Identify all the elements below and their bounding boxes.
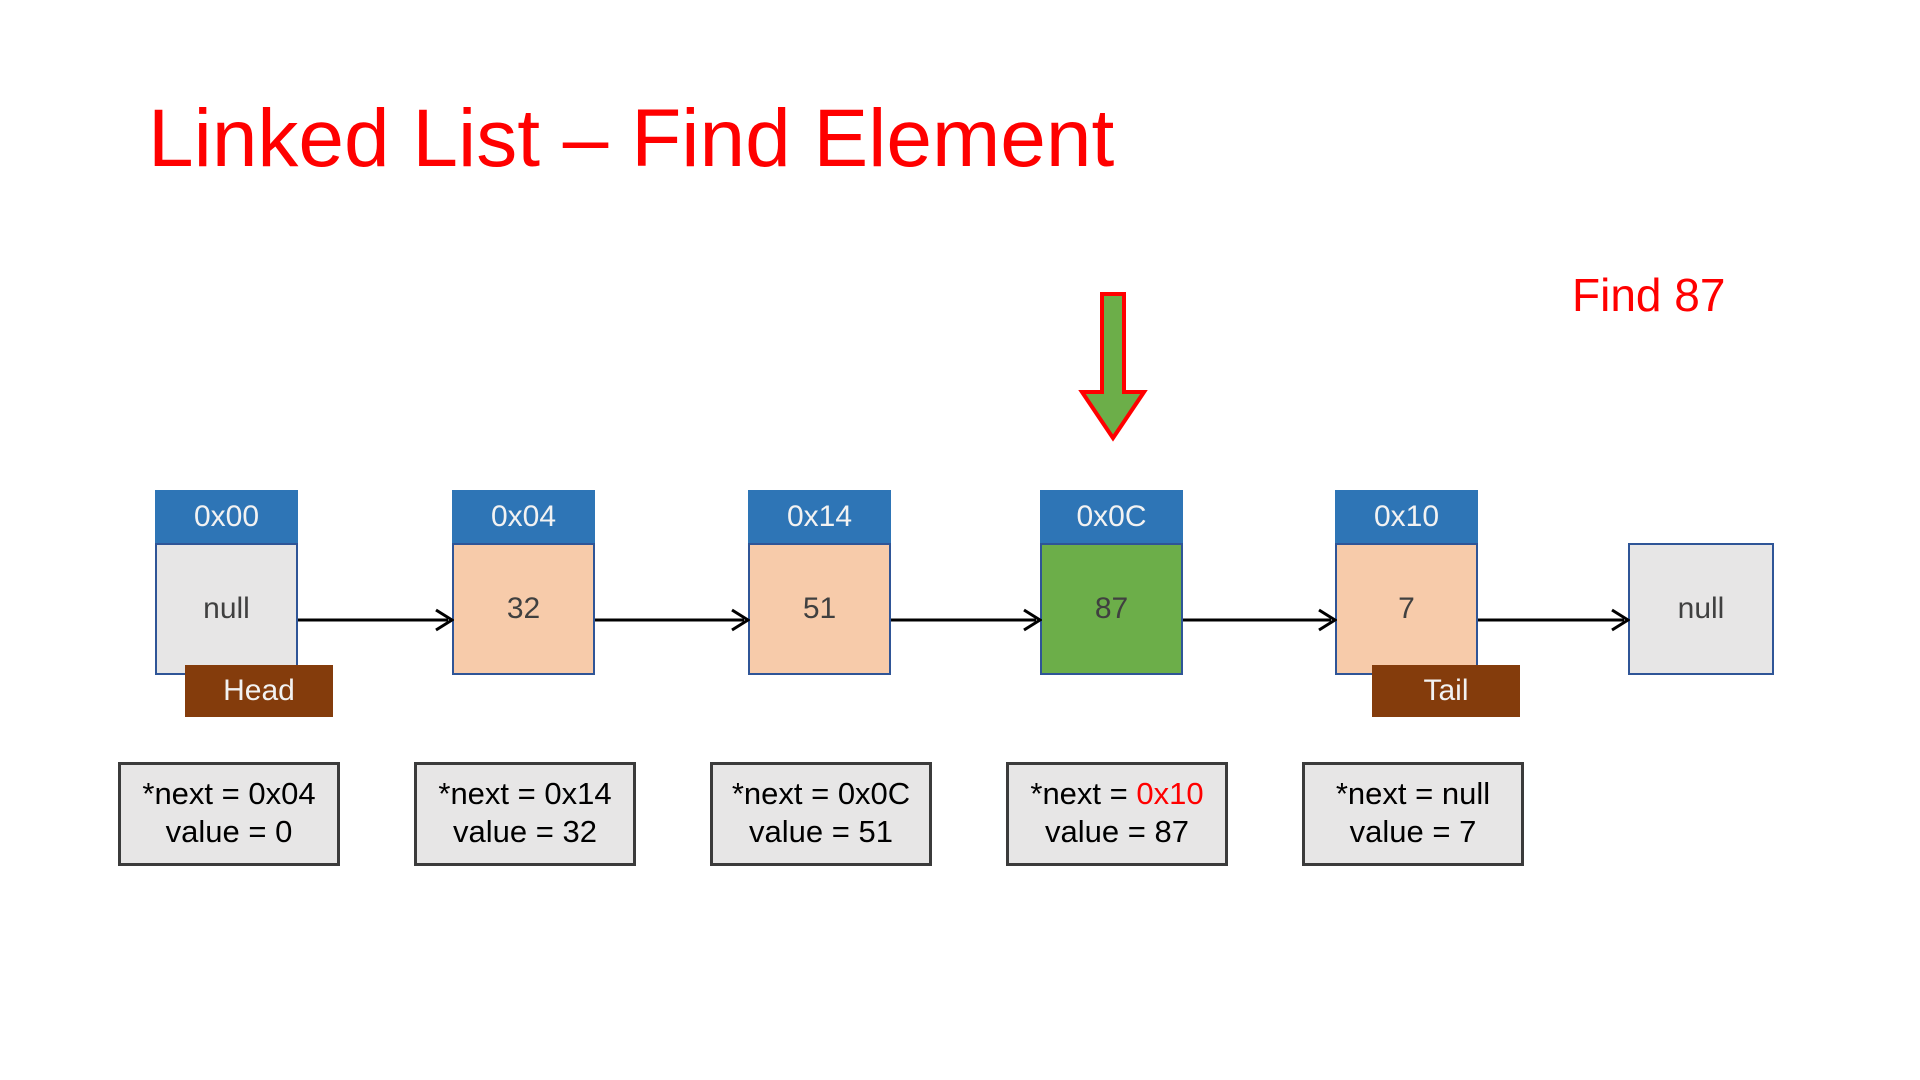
annotation-next-label: *next = [1030, 776, 1137, 811]
annotation-value-line: value = 0 [165, 813, 293, 849]
page-title: Linked List – Find Element [148, 93, 1115, 184]
node-annotation-0: *next = 0x04 value = 0 [118, 762, 340, 866]
annotation-value-line: value = 7 [1349, 813, 1477, 849]
connector-arrow-4 [1478, 608, 1631, 632]
annotation-next-value: 0x14 [544, 776, 612, 811]
list-node-4[interactable]: 0x10 7 [1335, 490, 1478, 675]
head-tag: Head [185, 665, 333, 717]
node-value: 51 [748, 543, 891, 675]
annotation-next-value: 0x0C [837, 776, 911, 811]
node-value: 87 [1040, 543, 1183, 675]
node-value: 7 [1335, 543, 1478, 675]
connector-arrow-2 [891, 608, 1043, 632]
annotation-next-line: *next = 0x0C [727, 775, 915, 813]
annotation-next-label: *next = [1335, 776, 1442, 811]
node-annotation-2: *next = 0x0C value = 51 [710, 762, 932, 866]
connector-arrow-1 [595, 608, 751, 632]
node-annotation-3: *next = 0x10 value = 87 [1006, 762, 1228, 866]
annotation-next-line: *next = 0x10 [1023, 775, 1211, 813]
node-value: 32 [452, 543, 595, 675]
node-address: 0x00 [155, 490, 298, 543]
annotation-next-label: *next = [731, 776, 838, 811]
annotation-value-line: value = 51 [749, 813, 893, 849]
list-node-0[interactable]: 0x00 null [155, 490, 298, 675]
list-node-3-highlighted[interactable]: 0x0C 87 [1040, 490, 1183, 675]
find-caption: Find 87 [1572, 269, 1726, 321]
annotation-value-line: value = 87 [1045, 813, 1189, 849]
connector-arrow-0 [298, 608, 455, 632]
node-address: 0x0C [1040, 490, 1183, 543]
annotation-next-value: 0x04 [248, 776, 316, 811]
down-arrow-icon [1078, 292, 1148, 442]
annotation-next-value-highlighted: 0x10 [1136, 776, 1204, 811]
annotation-next-label: *next = [438, 776, 545, 811]
annotation-next-line: *next = 0x14 [431, 775, 619, 813]
list-node-1[interactable]: 0x04 32 [452, 490, 595, 675]
tail-tag: Tail [1372, 665, 1520, 717]
annotation-next-label: *next = [142, 776, 249, 811]
node-address: 0x10 [1335, 490, 1478, 543]
node-value: null [155, 543, 298, 675]
terminal-null-box: null [1628, 543, 1774, 675]
list-node-2[interactable]: 0x14 51 [748, 490, 891, 675]
annotation-next-value: null [1441, 776, 1491, 811]
node-annotation-1: *next = 0x14 value = 32 [414, 762, 636, 866]
node-address: 0x14 [748, 490, 891, 543]
connector-arrow-3 [1183, 608, 1338, 632]
node-annotation-4: *next = null value = 7 [1302, 762, 1524, 866]
annotation-value-line: value = 32 [453, 813, 597, 849]
node-address: 0x04 [452, 490, 595, 543]
annotation-next-line: *next = 0x04 [135, 775, 323, 813]
annotation-next-line: *next = null [1319, 775, 1507, 813]
